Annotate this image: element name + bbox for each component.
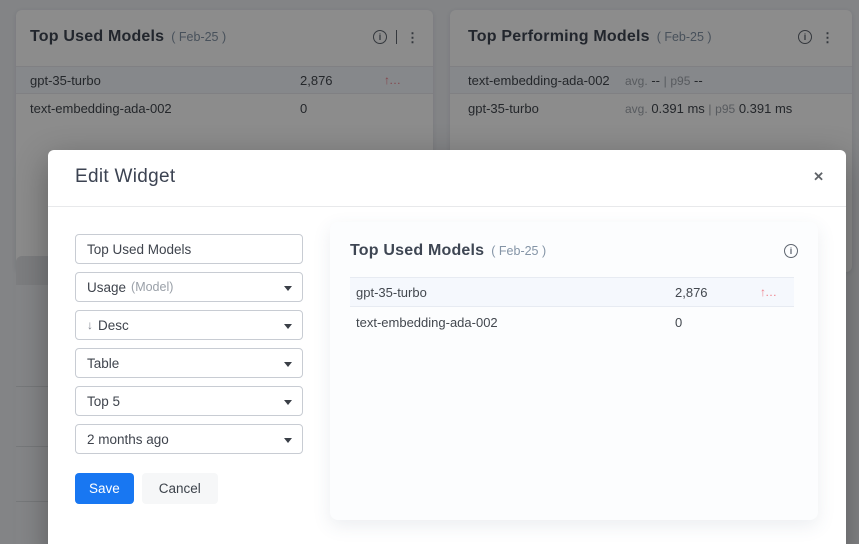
save-button[interactable]: Save xyxy=(75,473,134,504)
close-icon[interactable]: ✕ xyxy=(811,168,826,185)
info-icon: i xyxy=(784,244,798,258)
cancel-button[interactable]: Cancel xyxy=(141,473,218,504)
widget-name-input[interactable] xyxy=(75,234,303,264)
table-row: gpt-35-turbo 2,876 ↑… xyxy=(350,277,794,307)
sort-order-value: Desc xyxy=(98,317,129,333)
edit-widget-modal: Edit Widget ✕ Usage (Model) ↓ Desc Table… xyxy=(48,150,846,544)
model-name: text-embedding-ada-002 xyxy=(356,314,498,330)
form-actions: Save Cancel xyxy=(75,473,303,504)
chevron-down-icon xyxy=(284,438,292,443)
chevron-down-icon xyxy=(284,400,292,405)
metric-select-hint: (Model) xyxy=(131,280,174,294)
chevron-down-icon xyxy=(284,286,292,291)
widget-preview-card: Top Used Models ( Feb-25 ) i gpt-35-turb… xyxy=(330,222,818,520)
chevron-down-icon xyxy=(284,324,292,329)
limit-select[interactable]: Top 5 xyxy=(75,386,303,416)
metric-select[interactable]: Usage (Model) xyxy=(75,272,303,302)
modal-title: Edit Widget xyxy=(75,166,176,187)
usage-value: 2,876 xyxy=(675,284,708,300)
metric-select-value: Usage xyxy=(87,279,127,295)
preview-table: gpt-35-turbo 2,876 ↑… text-embedding-ada… xyxy=(350,277,794,337)
usage-value: 0 xyxy=(675,314,683,330)
sort-desc-arrow-icon: ↓ xyxy=(87,318,93,332)
chart-type-select[interactable]: Table xyxy=(75,348,303,378)
chart-type-value: Table xyxy=(87,355,120,371)
dashboard-page: Top Used Models ( Feb-25 ) i ⋮ gpt-35-tu… xyxy=(0,0,859,544)
preview-header: Top Used Models ( Feb-25 ) i xyxy=(330,222,818,260)
preview-period: ( Feb-25 ) xyxy=(491,244,547,258)
sort-order-select[interactable]: ↓ Desc xyxy=(75,310,303,340)
trend-up-icon: ↑… xyxy=(760,285,777,299)
modal-header: Edit Widget ✕ xyxy=(48,150,846,207)
time-range-value: 2 months ago xyxy=(87,431,169,447)
preview-title: Top Used Models xyxy=(350,242,485,259)
chevron-down-icon xyxy=(284,362,292,367)
model-name: gpt-35-turbo xyxy=(356,284,427,300)
time-range-select[interactable]: 2 months ago xyxy=(75,424,303,454)
widget-form: Usage (Model) ↓ Desc Table Top 5 2 month… xyxy=(75,234,303,504)
table-row: text-embedding-ada-002 0 xyxy=(350,307,794,337)
limit-value: Top 5 xyxy=(87,393,121,409)
